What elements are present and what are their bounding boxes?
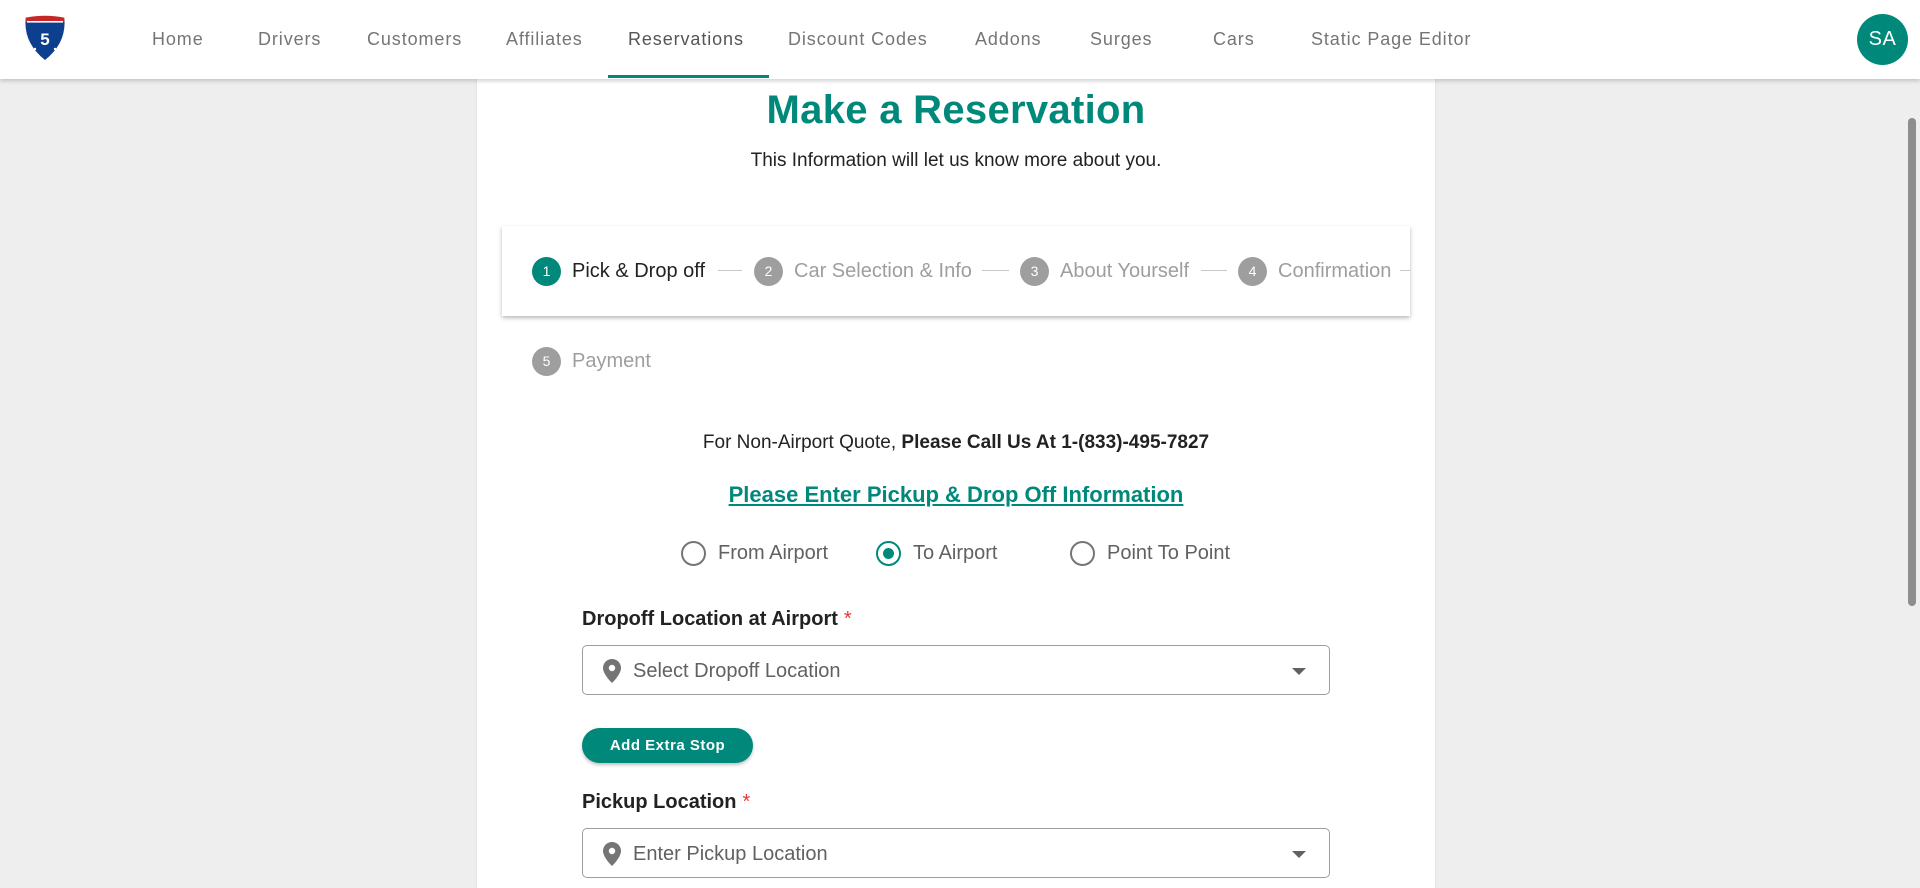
nav-discount-codes[interactable]: Discount Codes: [788, 0, 928, 79]
location-pin-icon: [603, 659, 621, 683]
page-subtitle: This Information will let us know more a…: [750, 150, 1162, 171]
nav-home[interactable]: Home: [152, 0, 204, 79]
required-mark: *: [843, 608, 852, 630]
add-extra-stop-button[interactable]: Add Extra Stop: [582, 728, 753, 763]
step-connector: [1400, 270, 1410, 271]
step-label: Payment: [572, 349, 651, 372]
required-mark: *: [742, 791, 751, 813]
radio-to-airport[interactable]: To Airport: [876, 540, 997, 566]
top-nav-bar: 5 Home Drivers Customers Affiliates Rese…: [0, 0, 1920, 79]
interstate-shield-icon[interactable]: 5: [20, 13, 70, 63]
step-number: 3: [1020, 256, 1049, 286]
nav-static-page-editor[interactable]: Static Page Editor: [1311, 0, 1471, 79]
pickup-label-text: Pickup Location: [582, 791, 737, 813]
step-number: 4: [1238, 256, 1267, 286]
step-confirmation[interactable]: 4 Confirmation: [1238, 256, 1391, 286]
step-label: Car Selection & Info: [794, 259, 972, 282]
quote-prefix: For Non-Airport Quote,: [702, 432, 902, 453]
pickup-dropoff-heading: Please Enter Pickup & Drop Off Informati…: [728, 482, 1184, 507]
chevron-down-icon[interactable]: [1292, 851, 1306, 858]
step-label: About Yourself: [1060, 259, 1189, 282]
dropoff-label-text: Dropoff Location at Airport: [582, 608, 838, 630]
step-payment[interactable]: 5 Payment: [532, 346, 651, 376]
radio-label: To Airport: [913, 541, 998, 564]
nav-reservations[interactable]: Reservations: [628, 0, 744, 79]
nav-affiliates[interactable]: Affiliates: [506, 0, 583, 79]
nav-drivers[interactable]: Drivers: [258, 0, 321, 79]
pickup-placeholder: Enter Pickup Location: [633, 843, 828, 865]
radio-button[interactable]: [681, 540, 706, 566]
step-pick-drop-off[interactable]: 1 Pick & Drop off: [532, 256, 705, 286]
step-number: 1: [532, 256, 561, 286]
chevron-down-icon[interactable]: [1292, 668, 1306, 675]
active-tab-indicator: [608, 75, 769, 78]
step-number: 5: [532, 346, 561, 376]
user-avatar[interactable]: SA: [1857, 14, 1908, 65]
step-connector: [982, 270, 1009, 271]
radio-point-to-point[interactable]: Point To Point: [1070, 540, 1230, 566]
nav-customers[interactable]: Customers: [367, 0, 462, 79]
svg-text:5: 5: [40, 30, 49, 49]
nav-addons[interactable]: Addons: [975, 0, 1041, 79]
step-label: Confirmation: [1278, 259, 1392, 282]
non-airport-quote-note: For Non-Airport Quote, Please Call Us At…: [477, 432, 1435, 454]
location-pin-icon: [603, 842, 621, 866]
dropoff-location-select[interactable]: Select Dropoff Location: [582, 645, 1330, 695]
radio-label: From Airport: [718, 541, 829, 564]
radio-from-airport[interactable]: From Airport: [681, 540, 828, 566]
nav-surges[interactable]: Surges: [1090, 0, 1152, 79]
quote-phone: Please Call Us At 1-(833)-495-7827: [901, 432, 1210, 453]
dropoff-location-label: Dropoff Location at Airport *: [582, 608, 852, 631]
step-connector: [1201, 270, 1227, 271]
radio-button[interactable]: [1070, 540, 1095, 566]
step-about-yourself[interactable]: 3 About Yourself: [1020, 256, 1189, 286]
page-scrollbar-thumb[interactable]: [1908, 118, 1916, 606]
step-label: Pick & Drop off: [572, 259, 706, 282]
step-car-selection[interactable]: 2 Car Selection & Info: [754, 256, 972, 286]
page-title: Make a Reservation: [766, 88, 1146, 132]
pickup-location-label: Pickup Location *: [582, 791, 750, 814]
step-connector: [718, 270, 742, 271]
step-number: 2: [754, 256, 783, 286]
radio-button[interactable]: [876, 540, 901, 566]
dropoff-placeholder: Select Dropoff Location: [633, 660, 841, 682]
pickup-location-select[interactable]: Enter Pickup Location: [582, 828, 1330, 878]
nav-cars[interactable]: Cars: [1213, 0, 1255, 79]
radio-label: Point To Point: [1107, 541, 1231, 564]
